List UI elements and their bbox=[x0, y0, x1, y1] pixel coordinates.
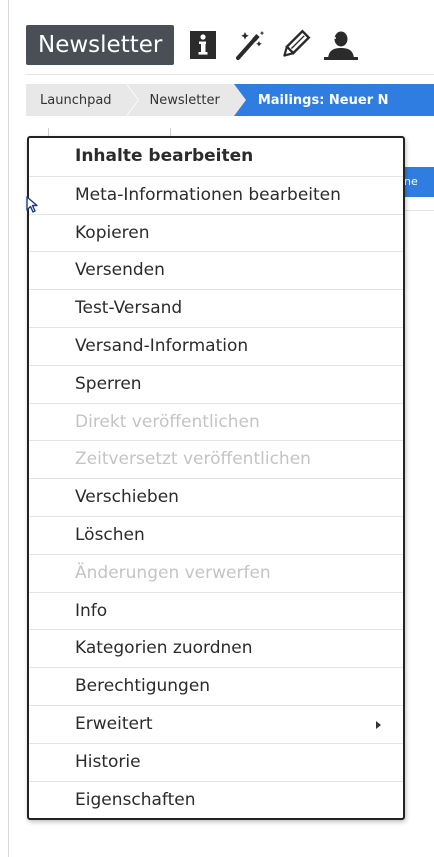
breadcrumb-separator bbox=[233, 84, 246, 116]
info-icon[interactable] bbox=[186, 27, 220, 63]
breadcrumb-label: Mailings: Neuer N bbox=[257, 92, 389, 108]
menu-item-inhalte-bearbeiten[interactable]: Inhalte bearbeiten bbox=[29, 138, 403, 176]
menu-item-sperren[interactable]: Sperren bbox=[29, 364, 403, 403]
menu-item-direkt-veroeffentlichen: Direkt veröffentlichen bbox=[29, 402, 403, 441]
menu-item-label: Test-Versand bbox=[75, 298, 183, 319]
menu-item-erweitert[interactable]: Erweitert bbox=[29, 704, 403, 743]
menu-item-label: Info bbox=[75, 600, 108, 621]
breadcrumb: Launchpad Newsletter Mailings: Neuer N bbox=[26, 84, 434, 116]
menu-item-berechtigungen[interactable]: Berechtigungen bbox=[29, 667, 403, 705]
menu-item-label: Berechtigungen bbox=[75, 676, 211, 697]
menu-item-label: Meta-Informationen bearbeiten bbox=[75, 184, 341, 205]
menu-item-label: Versenden bbox=[75, 260, 165, 281]
menu-item-verschieben[interactable]: Verschieben bbox=[29, 478, 403, 516]
app-left-border bbox=[8, 0, 9, 857]
menu-item-label: Löschen bbox=[75, 524, 145, 545]
app-title[interactable]: Newsletter bbox=[26, 25, 175, 65]
menu-item-historie[interactable]: Historie bbox=[29, 742, 403, 781]
mouse-cursor-icon bbox=[26, 196, 38, 213]
magic-wand-icon[interactable] bbox=[232, 27, 266, 63]
user-icon[interactable] bbox=[324, 27, 359, 63]
menu-item-label: Zeitversetzt veröffentlichen bbox=[75, 449, 311, 470]
menu-item-label: Direkt veröffentlichen bbox=[75, 411, 260, 432]
header-divider bbox=[26, 74, 434, 75]
menu-item-aenderungen-verwerfen: Änderungen verwerfen bbox=[29, 553, 403, 592]
menu-item-versand-information[interactable]: Versand-Information bbox=[29, 326, 403, 365]
menu-item-kopieren[interactable]: Kopieren bbox=[29, 213, 403, 252]
table-row-divider bbox=[402, 210, 434, 211]
menu-item-label: Sperren bbox=[75, 373, 142, 394]
menu-item-label: Kopieren bbox=[75, 222, 150, 243]
menu-item-info[interactable]: Info bbox=[29, 591, 403, 630]
menu-item-label: Eigenschaften bbox=[75, 789, 196, 810]
submenu-arrow-icon bbox=[376, 720, 381, 729]
menu-item-label: Inhalte bearbeiten bbox=[75, 146, 254, 166]
menu-item-eigenschaften[interactable]: Eigenschaften bbox=[29, 780, 403, 819]
pencil-icon[interactable] bbox=[278, 27, 312, 63]
breadcrumb-launchpad[interactable]: Launchpad bbox=[26, 84, 139, 116]
menu-item-kategorien-zuordnen[interactable]: Kategorien zuordnen bbox=[29, 629, 403, 667]
menu-item-label: Verschieben bbox=[75, 487, 179, 508]
menu-item-zeitversetzt-veroeffentlichen: Zeitversetzt veröffentlichen bbox=[29, 440, 403, 478]
menu-item-label: Erweitert bbox=[75, 713, 153, 734]
menu-item-label: Versand-Information bbox=[75, 335, 249, 356]
breadcrumb-mailings[interactable]: Mailings: Neuer N bbox=[233, 84, 434, 116]
breadcrumb-label: Launchpad bbox=[40, 92, 112, 108]
context-menu: Inhalte bearbeiten Meta-Informationen bea… bbox=[27, 136, 405, 821]
breadcrumb-newsletter[interactable]: Newsletter bbox=[126, 84, 246, 116]
menu-item-loeschen[interactable]: Löschen bbox=[29, 515, 403, 554]
menu-item-test-versand[interactable]: Test-Versand bbox=[29, 289, 403, 327]
menu-item-meta-informationen-bearbeiten[interactable]: Meta-Informationen bearbeiten bbox=[29, 175, 403, 214]
breadcrumb-label: Newsletter bbox=[149, 92, 220, 108]
breadcrumb-separator bbox=[125, 84, 138, 116]
selected-row-peek[interactable]: ne bbox=[402, 167, 434, 197]
menu-item-versenden[interactable]: Versenden bbox=[29, 251, 403, 289]
menu-item-label: Änderungen verwerfen bbox=[75, 562, 271, 583]
header: Newsletter bbox=[26, 24, 359, 66]
menu-item-label: Kategorien zuordnen bbox=[75, 638, 253, 659]
menu-item-label: Historie bbox=[75, 751, 141, 772]
